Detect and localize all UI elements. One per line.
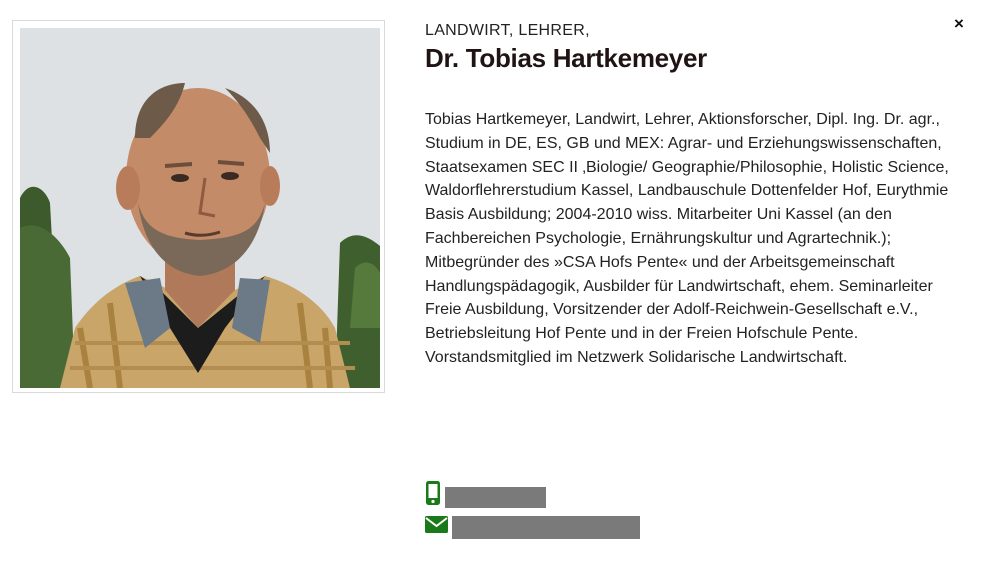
- phone-contact-row: [425, 480, 546, 511]
- profession-label: LANDWIRT, LEHRER,: [425, 22, 590, 39]
- phone-number-redacted[interactable]: [445, 487, 546, 508]
- portrait-frame: [12, 20, 385, 393]
- email-contact-row: [425, 515, 640, 539]
- person-name: Dr. Tobias Hartkemeyer: [425, 43, 707, 73]
- close-button[interactable]: ×: [949, 14, 969, 34]
- email-address-redacted[interactable]: [452, 516, 640, 539]
- envelope-icon: [425, 515, 448, 539]
- portrait-photo: [20, 28, 380, 388]
- mobile-phone-icon: [425, 480, 441, 511]
- biography-text: Tobias Hartkemeyer, Landwirt, Lehrer, Ak…: [425, 111, 949, 366]
